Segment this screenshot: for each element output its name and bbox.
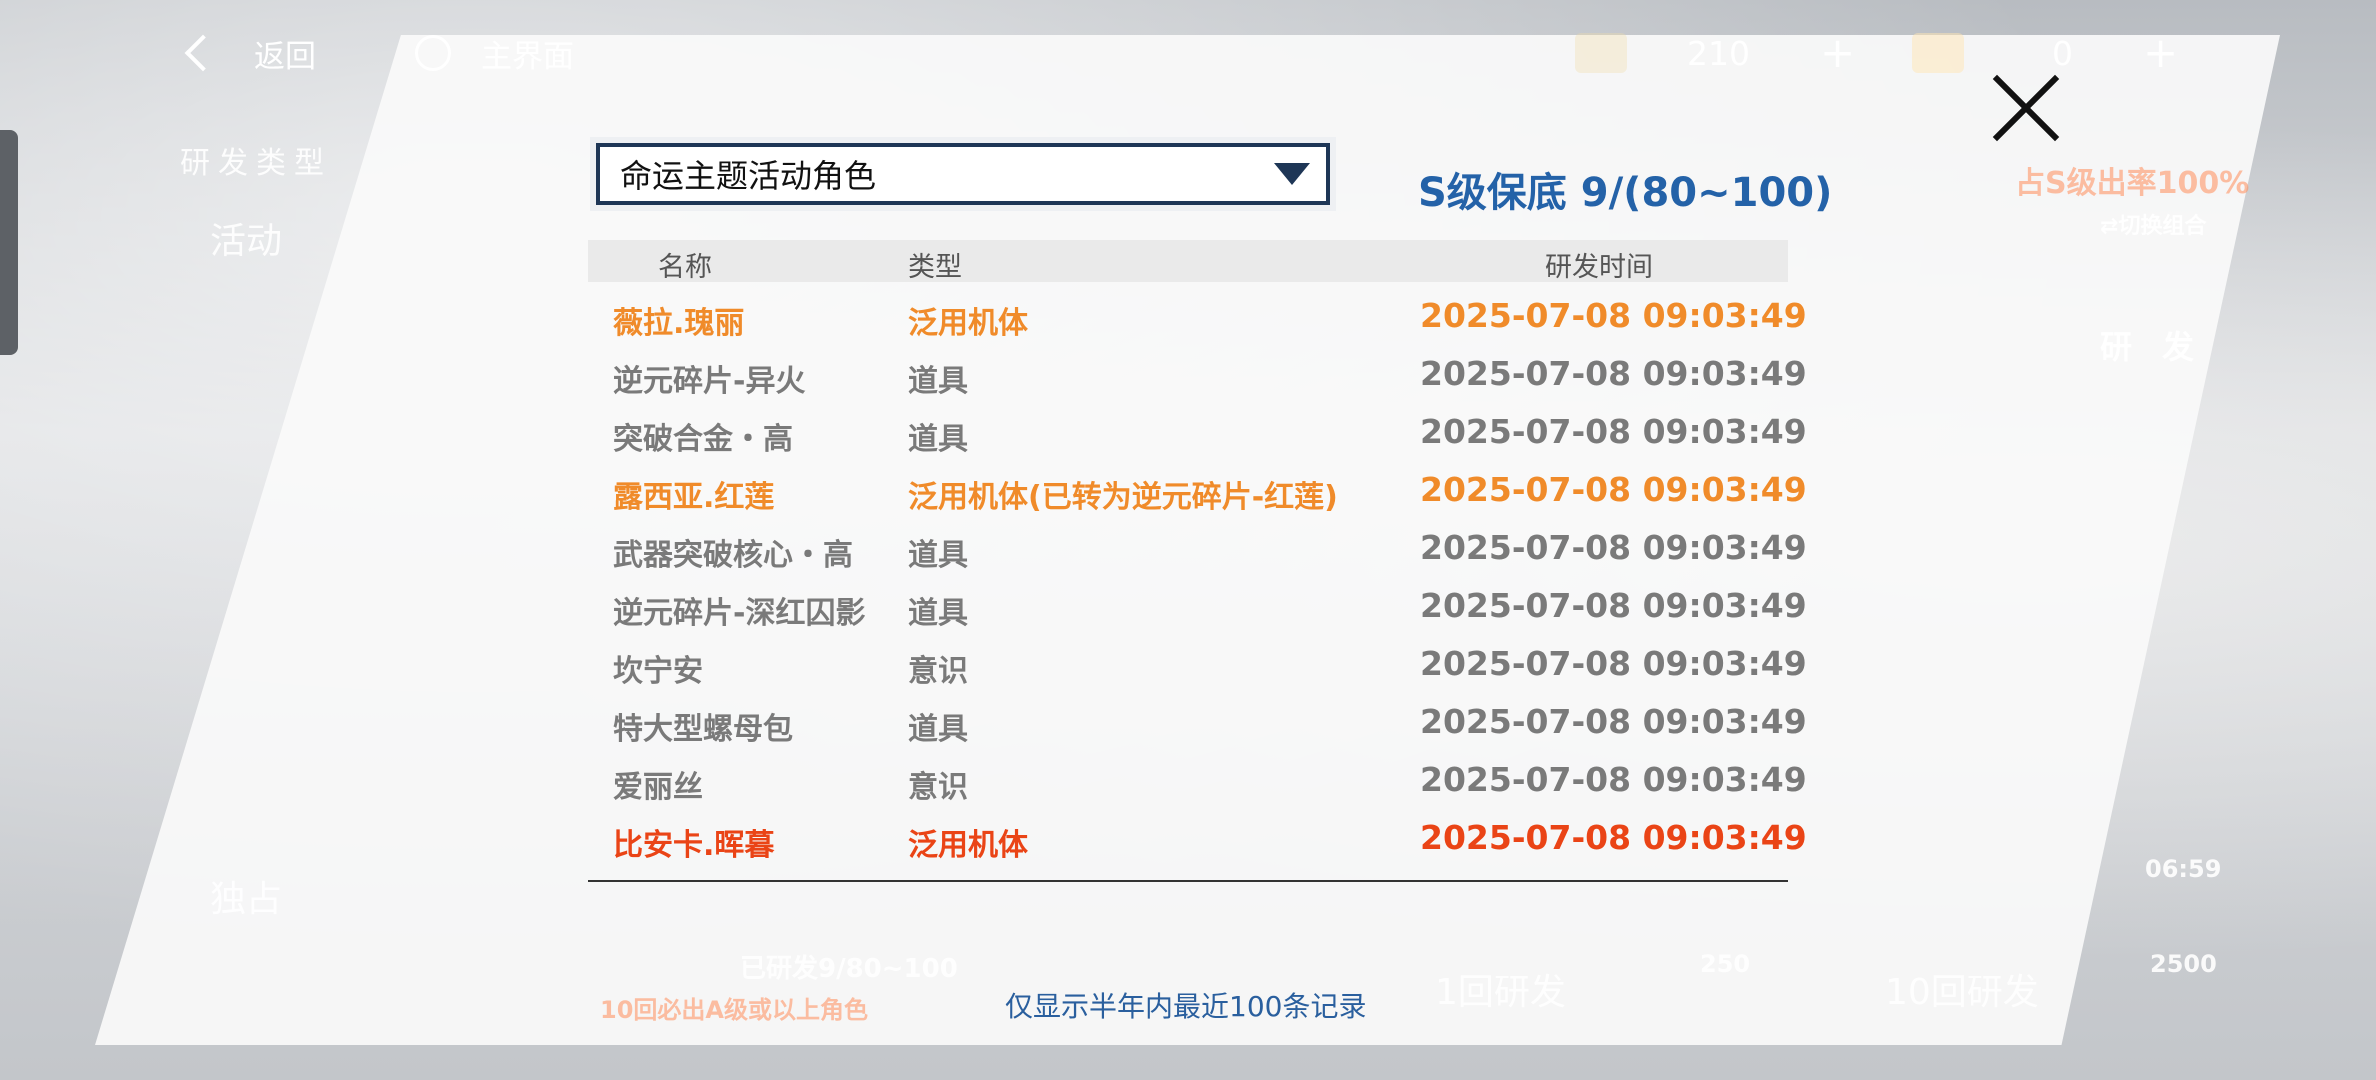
record-time: 2025-07-08 09:03:49 bbox=[1420, 644, 1807, 683]
record-name: 特大型螺母包 bbox=[613, 712, 793, 747]
dropdown-arrow-icon bbox=[1274, 163, 1310, 185]
table-row: 爱丽丝 意识 2025-07-08 09:03:49 bbox=[588, 752, 1807, 810]
s-rate-label: 占S级出率100% bbox=[2015, 166, 2250, 201]
record-time: 2025-07-08 09:03:49 bbox=[1420, 586, 1807, 625]
back-button[interactable]: 返回 bbox=[180, 28, 316, 78]
record-limit-note: 仅显示半年内最近100条记录 bbox=[1005, 990, 1367, 1023]
currency-1: 210 + bbox=[1575, 28, 1855, 78]
time-label: 06:59 bbox=[2145, 855, 2222, 883]
table-divider bbox=[588, 880, 1788, 882]
record-time: 2025-07-08 09:03:49 bbox=[1420, 296, 1807, 335]
currency-2: 0 + bbox=[1912, 28, 2178, 78]
table-row: 露西亚.红莲 泛用机体(已转为逆元碎片-红莲) 2025-07-08 09:03… bbox=[588, 462, 1807, 520]
record-type: 道具 bbox=[908, 364, 968, 399]
table-header: 名称 类型 研发时间 bbox=[588, 240, 1788, 283]
home-label: 主界面 bbox=[481, 38, 574, 75]
bottom-card-title[interactable]: 独占 bbox=[210, 870, 282, 922]
ten-pull-label: 10回研发 bbox=[1885, 972, 2039, 1013]
record-name: 逆元碎片-深红囚影 bbox=[613, 596, 866, 631]
switch-combo-label: 切换组合 bbox=[2118, 214, 2207, 239]
currency-2-value: 0 bbox=[2052, 33, 2073, 73]
switch-icon: ⇄ bbox=[2100, 214, 2119, 239]
record-time: 2025-07-08 09:03:49 bbox=[1420, 470, 1807, 509]
record-time: 2025-07-08 09:03:49 bbox=[1420, 354, 1807, 393]
ten-guarantee-text: 10回必出A级或以上角色 bbox=[600, 996, 868, 1024]
close-button[interactable] bbox=[1990, 72, 2062, 144]
table-row: 突破合金・高 道具 2025-07-08 09:03:49 bbox=[588, 404, 1807, 462]
record-time: 2025-07-08 09:03:49 bbox=[1420, 528, 1807, 567]
left-card-title[interactable]: 活动 bbox=[210, 212, 282, 264]
record-name: 突破合金・高 bbox=[613, 422, 793, 457]
record-name: 薇拉.瑰丽 bbox=[613, 306, 745, 341]
record-name: 坎宁安 bbox=[613, 654, 703, 689]
record-type: 道具 bbox=[908, 422, 968, 457]
one-pull-button[interactable]: 1回研发 bbox=[1435, 963, 1566, 1015]
pity-summary: 已研发9/80~100 bbox=[740, 954, 958, 984]
home-circle-icon bbox=[415, 35, 451, 71]
ten-pull-button[interactable]: 10回研发 bbox=[1885, 963, 2039, 1015]
one-pull-cost: 250 bbox=[1700, 950, 1751, 978]
table-row: 薇拉.瑰丽 泛用机体 2025-07-08 09:03:49 bbox=[588, 288, 1807, 346]
table-row: 比安卡.晖暮 泛用机体 2025-07-08 09:03:49 bbox=[588, 810, 1807, 868]
currency-1-icon bbox=[1575, 33, 1627, 73]
table-row: 逆元碎片-异火 道具 2025-07-08 09:03:49 bbox=[588, 346, 1807, 404]
record-name: 爱丽丝 bbox=[613, 770, 703, 805]
one-pull-label: 1回研发 bbox=[1435, 972, 1566, 1013]
header-time: 研发时间 bbox=[1545, 252, 1653, 283]
table-row: 坎宁安 意识 2025-07-08 09:03:49 bbox=[588, 636, 1807, 694]
record-type: 意识 bbox=[908, 770, 968, 805]
research-label: 研发 bbox=[2100, 328, 2225, 366]
record-time: 2025-07-08 09:03:49 bbox=[1420, 818, 1807, 857]
currency-2-add-button[interactable]: + bbox=[2143, 32, 2178, 74]
record-type: 意识 bbox=[908, 654, 968, 689]
pity-counter: S级保底 9/(80~100) bbox=[1418, 170, 1833, 216]
record-name: 比安卡.晖暮 bbox=[613, 828, 775, 863]
record-type: 泛用机体 bbox=[908, 828, 1028, 863]
ten-pull-cost: 2500 bbox=[2150, 950, 2217, 978]
currency-1-add-button[interactable]: + bbox=[1820, 32, 1855, 74]
record-type: 道具 bbox=[908, 712, 968, 747]
record-name: 武器突破核心・高 bbox=[613, 538, 853, 573]
table-row: 逆元碎片-深红囚影 道具 2025-07-08 09:03:49 bbox=[588, 578, 1807, 636]
record-type: 泛用机体(已转为逆元碎片-红莲) bbox=[908, 480, 1338, 515]
pool-select-dropdown[interactable]: 命运主题活动角色 bbox=[596, 143, 1330, 205]
record-name: 露西亚.红莲 bbox=[613, 480, 775, 515]
pool-select-value: 命运主题活动角色 bbox=[620, 157, 877, 195]
record-time: 2025-07-08 09:03:49 bbox=[1420, 412, 1807, 451]
header-name: 名称 bbox=[658, 252, 712, 283]
currency-2-icon bbox=[1912, 33, 1964, 73]
side-tab-handle[interactable] bbox=[0, 130, 18, 355]
chevron-left-icon bbox=[184, 34, 222, 72]
record-type: 泛用机体 bbox=[908, 306, 1028, 341]
currency-1-value: 210 bbox=[1687, 33, 1750, 73]
back-label: 返回 bbox=[254, 38, 316, 75]
research-type-label: 研发类型 bbox=[180, 146, 332, 181]
header-type: 类型 bbox=[908, 252, 962, 283]
record-type: 道具 bbox=[908, 596, 968, 631]
record-type: 道具 bbox=[908, 538, 968, 573]
record-time: 2025-07-08 09:03:49 bbox=[1420, 760, 1807, 799]
table-row: 武器突破核心・高 道具 2025-07-08 09:03:49 bbox=[588, 520, 1807, 578]
table-body: 薇拉.瑰丽 泛用机体 2025-07-08 09:03:49 逆元碎片-异火 道… bbox=[588, 282, 1807, 868]
record-time: 2025-07-08 09:03:49 bbox=[1420, 702, 1807, 741]
switch-combo-button[interactable]: ⇄切换组合 bbox=[2100, 208, 2206, 240]
table-row: 特大型螺母包 道具 2025-07-08 09:03:49 bbox=[588, 694, 1807, 752]
record-name: 逆元碎片-异火 bbox=[613, 364, 806, 399]
home-button[interactable]: 主界面 bbox=[415, 28, 574, 78]
record-table: 名称 类型 研发时间 薇拉.瑰丽 泛用机体 2025-07-08 09:03:4… bbox=[588, 240, 1807, 882]
